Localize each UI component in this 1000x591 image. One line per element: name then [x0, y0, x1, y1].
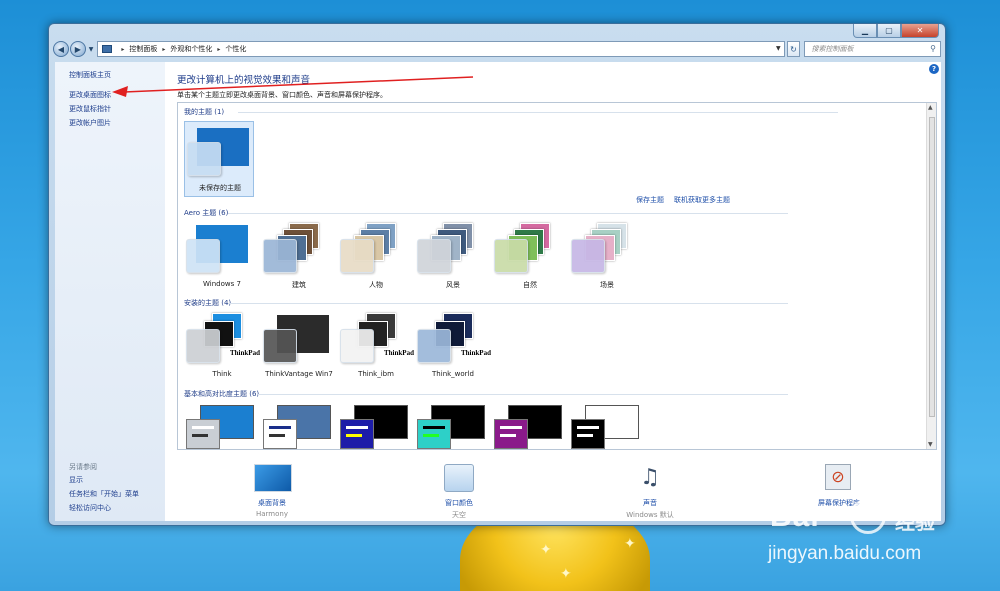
annotation-arrow	[112, 76, 474, 97]
baidu-paw-logo	[850, 498, 886, 534]
watermark-jingyan: 经验	[895, 510, 935, 534]
watermark-brand: Bai	[770, 500, 820, 533]
watermark-url: jingyan.baidu.com	[768, 543, 922, 564]
